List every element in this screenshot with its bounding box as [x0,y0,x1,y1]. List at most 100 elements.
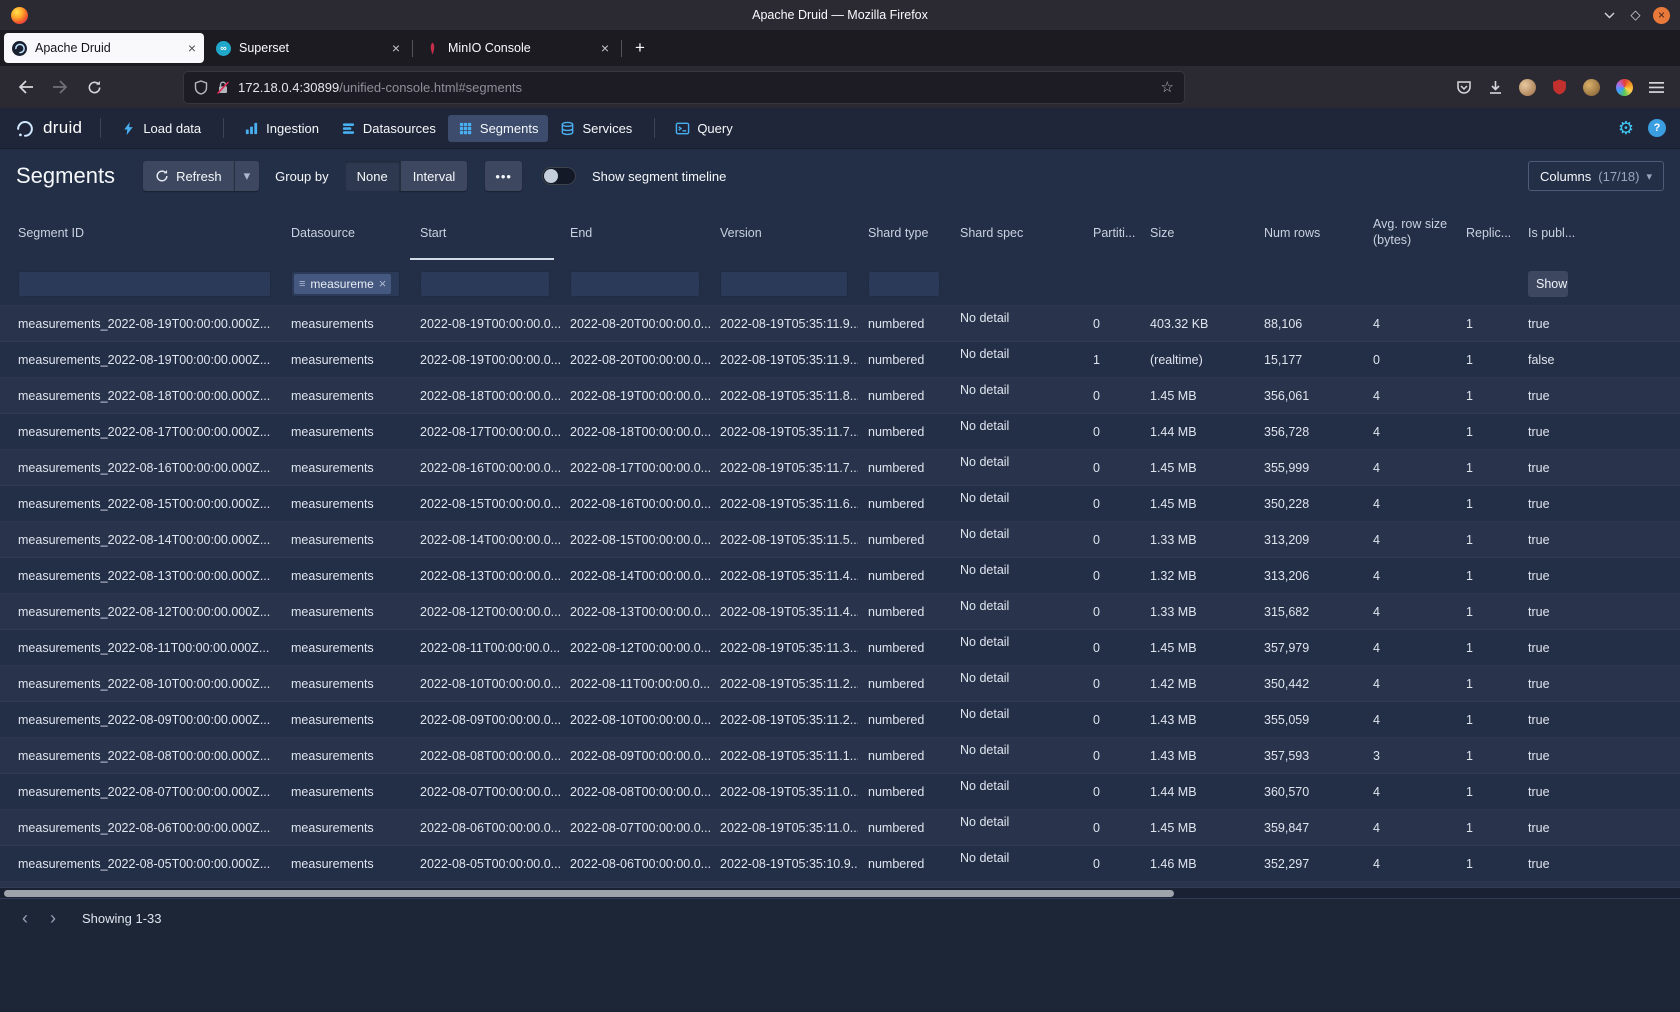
refresh-dropdown-button[interactable]: ▾ [234,161,260,191]
th-version[interactable]: Version [710,204,858,262]
cell-is-published: true [1518,846,1680,881]
prev-page-button[interactable]: ‹ [12,905,38,931]
filter-input-end[interactable] [570,271,700,297]
menu-icon[interactable] [1649,81,1664,94]
pocket-icon[interactable] [1456,80,1472,95]
tab-close-icon[interactable]: × [601,41,609,55]
nav-item-load-data[interactable]: Load data [111,115,211,142]
tab-close-icon[interactable]: × [392,41,400,55]
table-row[interactable]: measurements_2022-08-16T00:00:00.000Z...… [0,450,1680,486]
druid-logo[interactable]: druid [14,117,82,139]
window-titlebar[interactable]: Apache Druid — Mozilla Firefox ◇ × [0,0,1680,30]
forward-button[interactable] [44,72,76,102]
url-text[interactable]: 172.18.0.4:30899/unified-console.html#se… [238,80,1153,95]
table-row[interactable]: measurements_2022-08-05T00:00:00.000Z...… [0,846,1680,882]
table-row[interactable]: measurements_2022-08-11T00:00:00.000Z...… [0,630,1680,666]
filter-input-segment-id[interactable] [18,271,271,297]
cell-datasource: measurements [281,846,410,881]
th-segment-id[interactable]: Segment ID [0,204,281,262]
table-row[interactable]: measurements_2022-08-15T00:00:00.000Z...… [0,486,1680,522]
navigation-toolbar: 172.18.0.4:30899/unified-console.html#se… [0,66,1680,108]
tab-superset[interactable]: ∞ Superset × [208,33,408,63]
cell-avg-row-size: 4 [1363,810,1456,845]
cell-segment-id: measurements_2022-08-07T00:00:00.000Z... [0,774,281,809]
cell-size: 1.46 MB [1140,846,1254,881]
group-by-none-button[interactable]: None [345,161,400,191]
more-actions-button[interactable]: ••• [485,161,522,191]
columns-button[interactable]: Columns (17/18) ▾ [1528,161,1664,191]
table-row[interactable]: measurements_2022-08-17T00:00:00.000Z...… [0,414,1680,450]
refresh-button[interactable]: Refresh [143,161,234,191]
tracking-protection-shield-icon[interactable] [194,80,208,95]
filter-input-shard-type[interactable] [868,271,940,297]
table-row[interactable]: measurements_2022-08-13T00:00:00.000Z...… [0,558,1680,594]
close-button[interactable]: × [1653,7,1670,24]
datasource-filter-tag[interactable]: ≡ measureme × [294,274,391,294]
cell-replicas: 1 [1456,486,1518,521]
table-row[interactable]: measurements_2022-08-07T00:00:00.000Z...… [0,774,1680,810]
new-tab-button[interactable]: + [626,34,654,62]
table-row[interactable]: measurements_2022-08-19T00:00:00.000Z...… [0,306,1680,342]
cell-end: 2022-08-20T00:00:00.0... [560,306,710,341]
is-published-show-filter[interactable]: Show [1528,271,1568,297]
th-datasource[interactable]: Datasource [281,204,410,262]
table-row[interactable]: measurements_2022-08-19T00:00:00.000Z...… [0,342,1680,378]
ublock-origin-icon[interactable] [1552,79,1567,95]
help-icon[interactable]: ? [1648,119,1666,137]
th-partition[interactable]: Partiti... [1083,204,1140,262]
cell-partition: 0 [1083,486,1140,521]
segment-timeline-toggle[interactable] [542,167,576,185]
th-shard-type[interactable]: Shard type [858,204,950,262]
table-row[interactable]: measurements_2022-08-14T00:00:00.000Z...… [0,522,1680,558]
th-num-rows[interactable]: Num rows [1254,204,1363,262]
th-start[interactable]: Start [410,204,560,262]
insecure-lock-icon[interactable] [216,80,230,95]
tab-separator [621,40,622,57]
tab-minio[interactable]: MinIO Console × [417,33,617,63]
minimize-button[interactable] [1601,7,1618,24]
tab-apache-druid[interactable]: Apache Druid × [4,33,204,63]
filter-input-start[interactable] [420,271,550,297]
cell-avg-row-size: 4 [1363,378,1456,413]
horizontal-scrollbar[interactable] [0,888,1680,898]
th-avg-row-size[interactable]: Avg. row size (bytes) [1363,204,1456,262]
cell-version: 2022-08-19T05:35:11.9... [710,342,858,377]
group-by-interval-button[interactable]: Interval [400,161,468,191]
extension-pinwheel-icon[interactable] [1616,79,1633,96]
th-end[interactable]: End [560,204,710,262]
table-row[interactable]: measurements_2022-08-12T00:00:00.000Z...… [0,594,1680,630]
scrollbar-thumb[interactable] [4,890,1174,897]
filter-input-datasource[interactable]: ≡ measureme × [291,271,400,297]
back-button[interactable] [10,72,42,102]
nav-item-services[interactable]: Services [550,115,642,142]
cell-size: 1.45 MB [1140,630,1254,665]
table-row[interactable]: measurements_2022-08-10T00:00:00.000Z...… [0,666,1680,702]
url-bar[interactable]: 172.18.0.4:30899/unified-console.html#se… [184,72,1184,103]
downloads-icon[interactable] [1488,80,1503,95]
nav-item-datasources[interactable]: Datasources [331,115,446,142]
nav-item-ingestion[interactable]: Ingestion [234,115,329,142]
th-is-published[interactable]: Is publ... [1518,204,1680,262]
maximize-button[interactable]: ◇ [1627,7,1644,24]
extension-avatar-icon[interactable] [1583,79,1600,96]
next-page-button[interactable]: › [40,905,66,931]
nav-item-label: Datasources [363,121,436,136]
table-row[interactable]: measurements_2022-08-09T00:00:00.000Z...… [0,702,1680,738]
tab-close-icon[interactable]: × [188,41,196,55]
table-row[interactable]: measurements_2022-08-06T00:00:00.000Z...… [0,810,1680,846]
nav-item-query[interactable]: Query [665,115,742,142]
table-row[interactable]: measurements_2022-08-18T00:00:00.000Z...… [0,378,1680,414]
th-shard-spec[interactable]: Shard spec [950,204,1083,262]
reload-button[interactable] [78,72,110,102]
th-replicas[interactable]: Replic... [1456,204,1518,262]
bookmark-star-icon[interactable]: ☆ [1161,78,1174,96]
filter-input-version[interactable] [720,271,848,297]
settings-gear-icon[interactable]: ⚙ [1618,119,1634,137]
th-size[interactable]: Size [1140,204,1254,262]
table-row[interactable]: measurements_2022-08-08T00:00:00.000Z...… [0,738,1680,774]
profile-avatar-icon[interactable] [1519,79,1536,96]
cell-partition: 0 [1083,414,1140,449]
nav-item-segments[interactable]: Segments [448,115,549,142]
cell-is-published: true [1518,306,1680,341]
filter-tag-close-icon[interactable]: × [379,276,387,291]
